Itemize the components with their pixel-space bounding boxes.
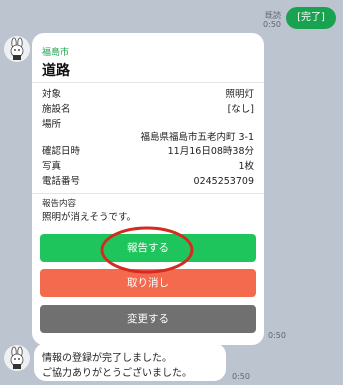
card-title: 道路 — [42, 63, 70, 79]
annotation-circle — [100, 226, 194, 274]
message-line-1: 情報の登録が完了しました。 — [42, 353, 172, 364]
field-location: 場所 — [42, 119, 62, 130]
report-card: 福島市 道路 対象 照明灯 施設名 [なし] 場所 福島県福島市五老内町 3-1… — [32, 33, 264, 345]
card-org: 福島市 — [42, 48, 70, 58]
change-button[interactable]: 変更する — [40, 305, 256, 333]
report-content-text: 照明が消えそうです。 — [42, 212, 137, 223]
field-facility: 施設名 [なし] — [42, 104, 254, 115]
rabbit-icon — [10, 346, 24, 369]
message-time: 0:50 — [232, 372, 250, 381]
card-time: 0:50 — [268, 331, 286, 340]
field-photo: 写真 1枚 — [42, 161, 254, 172]
field-phone: 電話番号 0245253709 — [42, 176, 254, 187]
completion-message: 情報の登録が完了しました。 ご協力ありがとうございました。 — [34, 343, 226, 381]
bot-avatar-2[interactable] — [4, 345, 30, 371]
outgoing-text: [完了] — [297, 12, 325, 23]
field-datetime: 確認日時 11月16日08時38分 — [42, 146, 254, 157]
message-line-2: ご協力ありがとうございました。 — [42, 368, 192, 379]
field-location-value: 福島県福島市五老内町 3-1 — [140, 132, 254, 143]
rabbit-icon — [10, 37, 24, 60]
outgoing-time: 0:50 — [263, 20, 281, 29]
field-target: 対象 照明灯 — [42, 89, 254, 100]
card-divider-2 — [32, 193, 264, 194]
report-content-label: 報告内容 — [42, 199, 77, 209]
read-receipt: 既読 — [265, 11, 281, 20]
bot-avatar[interactable] — [4, 36, 30, 62]
card-divider — [32, 82, 264, 83]
